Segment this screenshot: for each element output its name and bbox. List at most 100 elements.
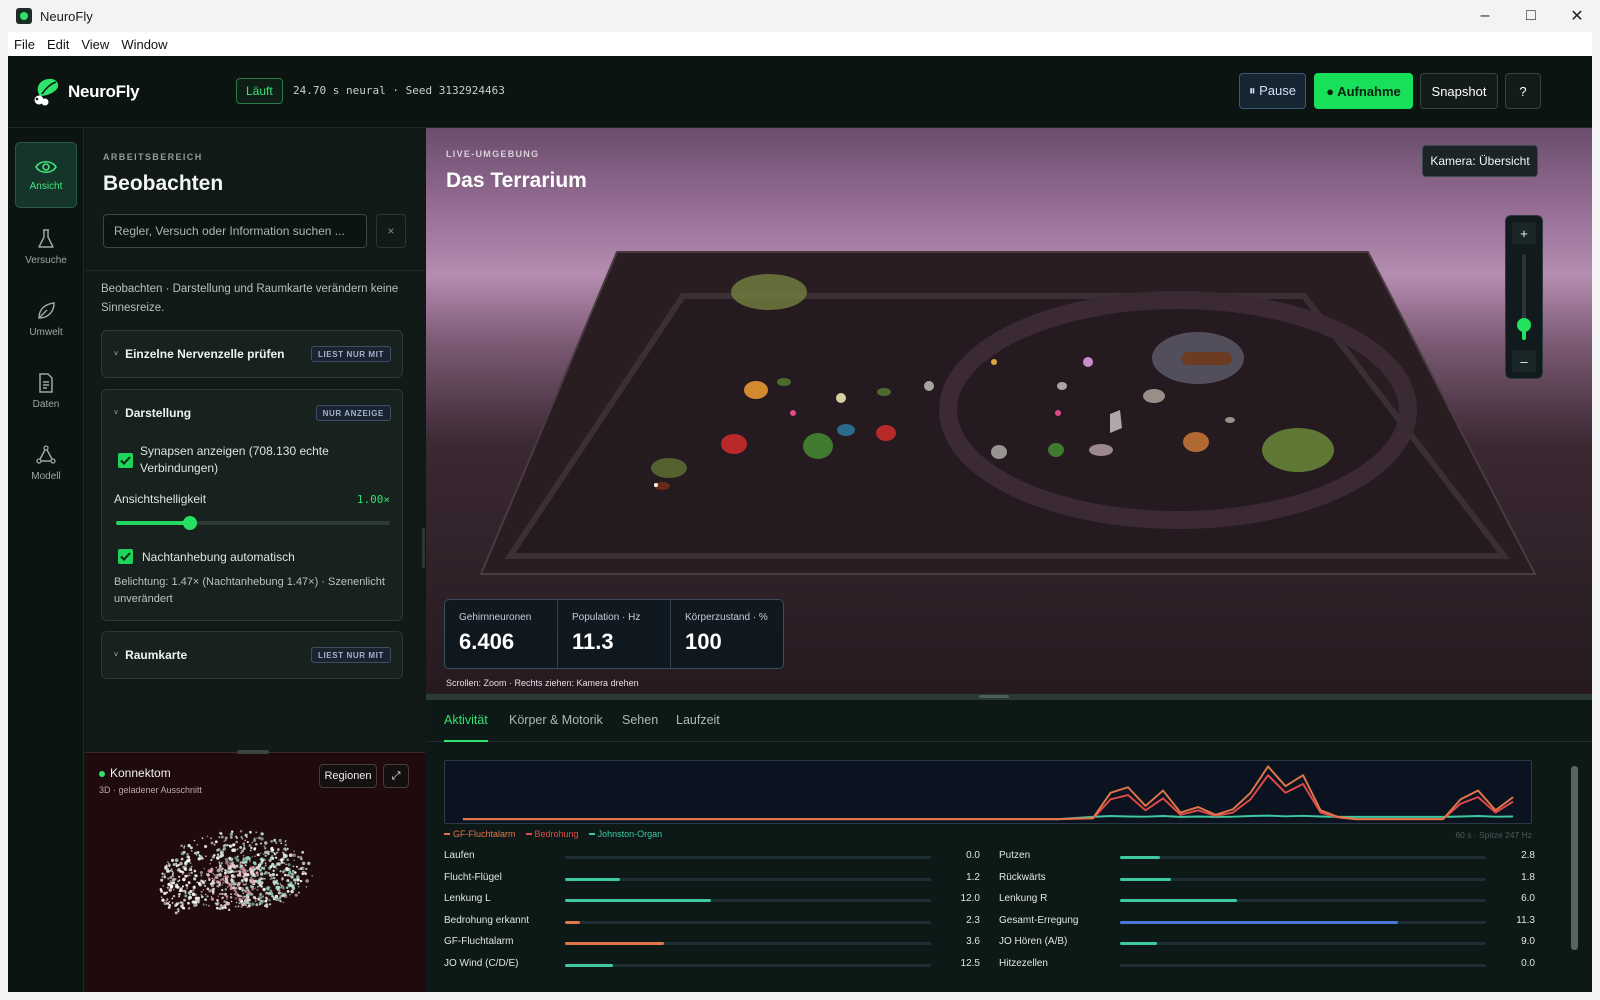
tab-koerper-motorik[interactable]: Körper & Motorik [509,713,603,727]
menu-file[interactable]: File [8,37,41,52]
stat-population: Population · Hz 11.3 [558,600,671,668]
synapses-checkbox[interactable] [118,453,133,468]
metric-value: 12.5 [960,957,980,969]
neuron-point [175,862,178,865]
neuron-point [171,870,174,873]
nav-umwelt[interactable]: Umwelt [15,286,77,352]
terrarium-viewport[interactable]: LIVE-UMGEBUNG Das Terrarium Kamera: Über… [426,128,1592,694]
nav-ansicht[interactable]: Ansicht [15,142,77,208]
neuron-point [256,885,259,888]
neuron-point [285,886,289,889]
minimize-button[interactable]: – [1462,0,1508,32]
nav-daten[interactable]: Daten [15,358,77,424]
vertical-splitter[interactable] [422,528,425,568]
neuron-point [276,868,278,870]
splitter-grip[interactable] [979,695,1009,698]
nav-modell[interactable]: Modell [15,430,77,496]
menu-edit[interactable]: Edit [41,37,75,52]
neuron-point [199,879,203,883]
neuron-point [212,892,215,895]
neuron-point [229,832,234,836]
scrollbar-thumb[interactable] [1571,766,1578,950]
neuron-point [186,874,189,878]
zoom-in-button[interactable]: + [1512,222,1536,244]
close-window-button[interactable]: ✕ [1554,0,1600,32]
neuron-point [243,875,245,878]
metric-value: 12.0 [960,893,980,904]
pause-button[interactable]: ⏸ Pause [1239,73,1306,109]
neuron-point [206,895,209,898]
neuron-point [210,858,213,862]
scrollbar[interactable] [1571,758,1578,992]
neuron-point [249,867,252,870]
regions-button[interactable]: Regionen [319,764,377,788]
tab-laufzeit[interactable]: Laufzeit [676,713,720,727]
neuron-point [211,855,216,859]
metric-bar [1120,877,1486,881]
moss-patch [651,458,687,478]
neuron-point [283,847,286,851]
neuron-point [298,868,300,870]
section-header[interactable]: ˅ Einzelne Nervenzelle prüfen [114,331,284,377]
slider-thumb[interactable] [182,516,197,530]
neuron-point [213,887,216,890]
neuron-point [210,841,214,845]
zoom-thumb[interactable] [1517,317,1531,332]
expand-icon[interactable]: ⤢ [383,764,409,788]
neuron-point [182,850,186,854]
neuron-point [193,869,197,873]
stat-neurons: Gehirnneuronen 6.406 [445,600,558,668]
section-header[interactable]: ˅ Darstellung [114,390,191,436]
section-neuron[interactable]: ˅ Einzelne Nervenzelle prüfen LIEST NUR M… [101,330,403,378]
section-map[interactable]: ˅ Raumkarte LIEST NUR MIT [101,631,403,679]
stat-label: Population · Hz [572,612,641,623]
zoom-slider[interactable] [1517,254,1531,340]
metric-row: Lenkung L 12.0 [444,893,980,907]
search-clear-button[interactable]: × [376,214,406,248]
metric-bar [1120,856,1486,859]
tab-sehen[interactable]: Sehen [622,713,658,727]
tab-aktivitaet[interactable]: Aktivität [444,713,488,727]
section-header[interactable]: ˅ Raumkarte [114,632,187,678]
search-input[interactable] [103,214,367,248]
neuron-point [258,895,262,899]
neuron-point [171,902,174,904]
neuron-point [171,872,175,875]
menu-view[interactable]: View [75,37,115,52]
night-boost-checkbox[interactable] [118,549,133,564]
neuron-point [204,898,207,901]
neuron-point [250,846,253,850]
snapshot-button[interactable]: Snapshot [1420,73,1498,109]
neuron-point [241,866,245,871]
maximize-button[interactable]: □ [1508,0,1554,32]
neuron-point [218,864,222,869]
metric-label: Laufen [444,850,475,861]
neuron-point [210,896,213,898]
neuron-point [212,872,214,875]
zoom-out-button[interactable]: – [1512,350,1536,372]
metric-label: Bedrohung erkannt [444,914,530,926]
resize-handle[interactable] [237,750,269,754]
menu-window[interactable]: Window [115,37,173,52]
record-button[interactable]: ● Aufnahme [1314,73,1413,109]
brightness-slider[interactable] [116,516,390,530]
section-title: Raumkarte [125,648,188,662]
neuron-point [283,892,287,897]
neuron-point [251,878,254,881]
neuron-point [202,889,205,891]
neuron-point [188,858,191,861]
neuron-point [272,869,275,872]
brain-visualization[interactable] [151,823,321,923]
neuron-point [232,843,236,847]
metric-row: Hitzezellen 0.0 [999,958,1535,972]
nav-versuche[interactable]: Versuche [15,214,77,280]
help-button[interactable]: ? [1505,73,1541,109]
camera-button[interactable]: Kamera: Übersicht [1422,145,1538,177]
metric-bar [565,942,931,945]
series-line-gf-fluchtalarm [462,765,1514,821]
neuron-point [188,869,191,871]
neuron-point [178,892,181,896]
neuron-point [265,891,269,895]
neuron-point [189,893,191,896]
neuron-point [235,901,238,904]
